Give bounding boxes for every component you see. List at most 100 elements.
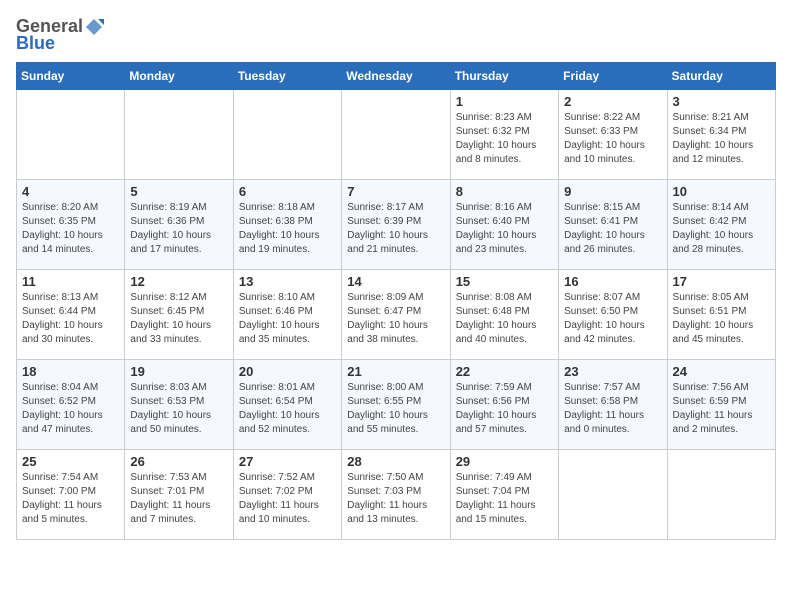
day-info: Sunrise: 8:20 AM Sunset: 6:35 PM Dayligh…: [22, 201, 119, 257]
calendar-cell: 21 Sunrise: 8:00 AM Sunset: 6:55 PM Dayli…: [342, 360, 450, 450]
day-info: Sunrise: 8:09 AM Sunset: 6:47 PM Dayligh…: [347, 291, 444, 347]
day-number: 24: [673, 364, 770, 379]
calendar-cell: 25 Sunrise: 7:54 AM Sunset: 7:00 PM Dayli…: [17, 450, 125, 540]
day-number: 28: [347, 454, 444, 469]
day-info: Sunrise: 8:07 AM Sunset: 6:50 PM Dayligh…: [564, 291, 661, 347]
day-number: 1: [456, 94, 553, 109]
calendar-cell: [667, 450, 775, 540]
day-info: Sunrise: 7:56 AM Sunset: 6:59 PM Dayligh…: [673, 381, 770, 437]
day-number: 29: [456, 454, 553, 469]
day-number: 2: [564, 94, 661, 109]
day-number: 20: [239, 364, 336, 379]
day-info: Sunrise: 7:57 AM Sunset: 6:58 PM Dayligh…: [564, 381, 661, 437]
day-number: 4: [22, 184, 119, 199]
day-header-monday: Monday: [125, 63, 233, 90]
calendar-week-row: 11Sunrise: 8:13 AM Sunset: 6:44 PM Dayli…: [17, 270, 776, 360]
day-header-tuesday: Tuesday: [233, 63, 341, 90]
day-number: 27: [239, 454, 336, 469]
day-info: Sunrise: 8:23 AM Sunset: 6:32 PM Dayligh…: [456, 111, 553, 167]
day-number: 3: [673, 94, 770, 109]
day-info: Sunrise: 8:03 AM Sunset: 6:53 PM Dayligh…: [130, 381, 227, 437]
day-info: Sunrise: 8:16 AM Sunset: 6:40 PM Dayligh…: [456, 201, 553, 257]
calendar-cell: 1 Sunrise: 8:23 AM Sunset: 6:32 PM Daylig…: [450, 90, 558, 180]
day-info: Sunrise: 7:52 AM Sunset: 7:02 PM Dayligh…: [239, 471, 336, 527]
day-info: Sunrise: 8:19 AM Sunset: 6:36 PM Dayligh…: [130, 201, 227, 257]
calendar-week-row: 1 Sunrise: 8:23 AM Sunset: 6:32 PM Daylig…: [17, 90, 776, 180]
calendar-cell: 28 Sunrise: 7:50 AM Sunset: 7:03 PM Dayli…: [342, 450, 450, 540]
day-number: 17: [673, 274, 770, 289]
calendar-cell: 3 Sunrise: 8:21 AM Sunset: 6:34 PM Daylig…: [667, 90, 775, 180]
day-header-sunday: Sunday: [17, 63, 125, 90]
calendar-cell: 16 Sunrise: 8:07 AM Sunset: 6:50 PM Dayli…: [559, 270, 667, 360]
calendar-cell: 27 Sunrise: 7:52 AM Sunset: 7:02 PM Dayli…: [233, 450, 341, 540]
day-info: Sunrise: 8:14 AM Sunset: 6:42 PM Dayligh…: [673, 201, 770, 257]
calendar-cell: 9 Sunrise: 8:15 AM Sunset: 6:41 PM Daylig…: [559, 180, 667, 270]
day-info: Sunrise: 8:21 AM Sunset: 6:34 PM Dayligh…: [673, 111, 770, 167]
day-number: 6: [239, 184, 336, 199]
day-header-thursday: Thursday: [450, 63, 558, 90]
calendar-cell: 5 Sunrise: 8:19 AM Sunset: 6:36 PM Daylig…: [125, 180, 233, 270]
day-info: Sunrise: 8:17 AM Sunset: 6:39 PM Dayligh…: [347, 201, 444, 257]
logo: General Blue: [16, 16, 104, 54]
logo-icon: [84, 17, 104, 37]
calendar-cell: 22 Sunrise: 7:59 AM Sunset: 6:56 PM Dayli…: [450, 360, 558, 450]
day-number: 16: [564, 274, 661, 289]
day-number: 26: [130, 454, 227, 469]
day-info: Sunrise: 7:50 AM Sunset: 7:03 PM Dayligh…: [347, 471, 444, 527]
day-number: 5: [130, 184, 227, 199]
calendar-cell: 13Sunrise: 8:10 AM Sunset: 6:46 PM Dayli…: [233, 270, 341, 360]
day-info: Sunrise: 8:15 AM Sunset: 6:41 PM Dayligh…: [564, 201, 661, 257]
calendar-header-row: SundayMondayTuesdayWednesdayThursdayFrid…: [17, 63, 776, 90]
calendar-week-row: 4 Sunrise: 8:20 AM Sunset: 6:35 PM Daylig…: [17, 180, 776, 270]
day-info: Sunrise: 7:53 AM Sunset: 7:01 PM Dayligh…: [130, 471, 227, 527]
day-number: 19: [130, 364, 227, 379]
day-info: Sunrise: 8:01 AM Sunset: 6:54 PM Dayligh…: [239, 381, 336, 437]
day-number: 7: [347, 184, 444, 199]
day-info: Sunrise: 7:54 AM Sunset: 7:00 PM Dayligh…: [22, 471, 119, 527]
day-info: Sunrise: 8:12 AM Sunset: 6:45 PM Dayligh…: [130, 291, 227, 347]
calendar-cell: [559, 450, 667, 540]
day-number: 9: [564, 184, 661, 199]
calendar-week-row: 25 Sunrise: 7:54 AM Sunset: 7:00 PM Dayli…: [17, 450, 776, 540]
calendar-cell: 8 Sunrise: 8:16 AM Sunset: 6:40 PM Daylig…: [450, 180, 558, 270]
calendar-cell: 18 Sunrise: 8:04 AM Sunset: 6:52 PM Dayli…: [17, 360, 125, 450]
calendar-cell: 2 Sunrise: 8:22 AM Sunset: 6:33 PM Daylig…: [559, 90, 667, 180]
day-number: 11: [22, 274, 119, 289]
calendar-cell: 19 Sunrise: 8:03 AM Sunset: 6:53 PM Dayli…: [125, 360, 233, 450]
calendar-cell: [233, 90, 341, 180]
day-number: 25: [22, 454, 119, 469]
calendar-week-row: 18 Sunrise: 8:04 AM Sunset: 6:52 PM Dayli…: [17, 360, 776, 450]
calendar-cell: 23 Sunrise: 7:57 AM Sunset: 6:58 PM Dayli…: [559, 360, 667, 450]
day-number: 14: [347, 274, 444, 289]
day-number: 22: [456, 364, 553, 379]
day-number: 8: [456, 184, 553, 199]
day-header-friday: Friday: [559, 63, 667, 90]
day-info: Sunrise: 8:05 AM Sunset: 6:51 PM Dayligh…: [673, 291, 770, 347]
calendar-cell: 17 Sunrise: 8:05 AM Sunset: 6:51 PM Dayli…: [667, 270, 775, 360]
day-number: 13: [239, 274, 336, 289]
day-number: 12: [130, 274, 227, 289]
day-info: Sunrise: 8:00 AM Sunset: 6:55 PM Dayligh…: [347, 381, 444, 437]
calendar-cell: 24 Sunrise: 7:56 AM Sunset: 6:59 PM Dayli…: [667, 360, 775, 450]
day-info: Sunrise: 8:18 AM Sunset: 6:38 PM Dayligh…: [239, 201, 336, 257]
day-info: Sunrise: 7:59 AM Sunset: 6:56 PM Dayligh…: [456, 381, 553, 437]
day-number: 18: [22, 364, 119, 379]
day-info: Sunrise: 8:08 AM Sunset: 6:48 PM Dayligh…: [456, 291, 553, 347]
calendar-cell: 20 Sunrise: 8:01 AM Sunset: 6:54 PM Dayli…: [233, 360, 341, 450]
day-number: 23: [564, 364, 661, 379]
calendar-cell: 12 Sunrise: 8:12 AM Sunset: 6:45 PM Dayli…: [125, 270, 233, 360]
calendar-cell: [342, 90, 450, 180]
calendar-body: 1 Sunrise: 8:23 AM Sunset: 6:32 PM Daylig…: [17, 90, 776, 540]
calendar-cell: 7 Sunrise: 8:17 AM Sunset: 6:39 PM Daylig…: [342, 180, 450, 270]
day-header-saturday: Saturday: [667, 63, 775, 90]
calendar-table: SundayMondayTuesdayWednesdayThursdayFrid…: [16, 62, 776, 540]
day-info: Sunrise: 8:22 AM Sunset: 6:33 PM Dayligh…: [564, 111, 661, 167]
day-info: Sunrise: 8:04 AM Sunset: 6:52 PM Dayligh…: [22, 381, 119, 437]
day-info: Sunrise: 7:49 AM Sunset: 7:04 PM Dayligh…: [456, 471, 553, 527]
day-number: 21: [347, 364, 444, 379]
calendar-cell: 4 Sunrise: 8:20 AM Sunset: 6:35 PM Daylig…: [17, 180, 125, 270]
day-number: 15: [456, 274, 553, 289]
calendar-cell: 15 Sunrise: 8:08 AM Sunset: 6:48 PM Dayli…: [450, 270, 558, 360]
day-number: 10: [673, 184, 770, 199]
calendar-cell: 11Sunrise: 8:13 AM Sunset: 6:44 PM Dayli…: [17, 270, 125, 360]
